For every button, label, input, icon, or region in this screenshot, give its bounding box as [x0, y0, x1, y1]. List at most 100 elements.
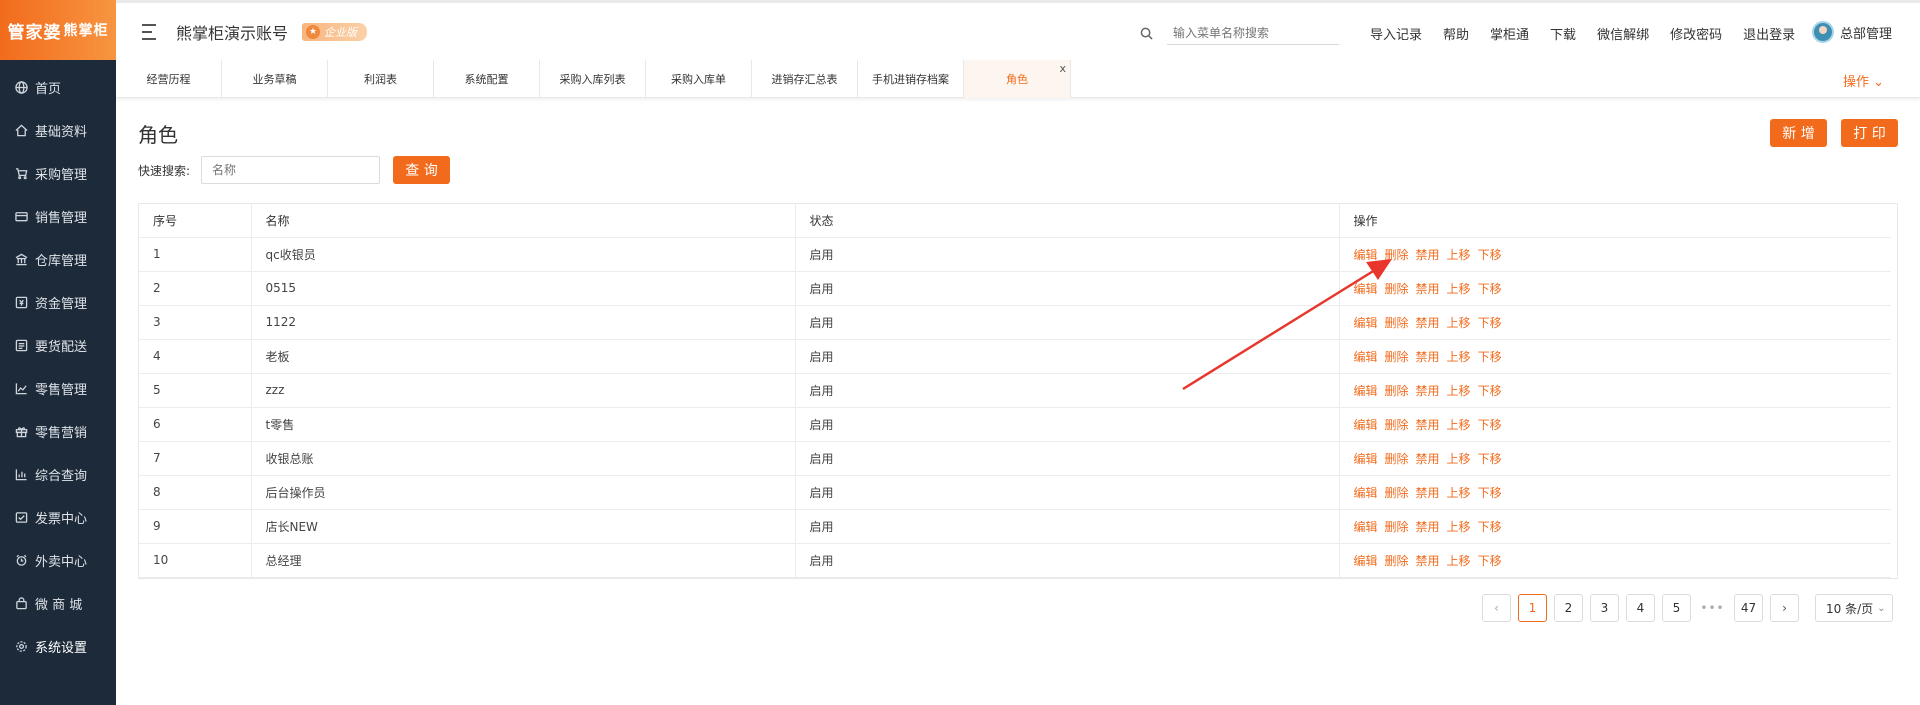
disable-button[interactable]: 禁用 [1416, 384, 1440, 398]
page-1-button[interactable]: 1 [1518, 594, 1547, 622]
move-down-button[interactable]: 下移 [1478, 248, 1502, 262]
print-button[interactable]: 打 印 [1841, 119, 1898, 147]
edit-button[interactable]: 编辑 [1354, 316, 1378, 330]
tab-purchase-order[interactable]: 采购入库单 [646, 60, 752, 98]
close-icon[interactable]: x [1059, 62, 1066, 75]
next-page-button[interactable]: › [1770, 594, 1799, 622]
page-last-button[interactable]: 47 [1734, 594, 1763, 622]
user-menu[interactable]: 总部管理 [1812, 21, 1892, 43]
edit-button[interactable]: 编辑 [1354, 486, 1378, 500]
tab-inventory-summary[interactable]: 进销存汇总表 [752, 60, 858, 98]
delete-button[interactable]: 删除 [1385, 452, 1409, 466]
move-up-button[interactable]: 上移 [1447, 554, 1471, 568]
edit-button[interactable]: 编辑 [1354, 248, 1378, 262]
query-button[interactable]: 查 询 [393, 156, 450, 184]
move-up-button[interactable]: 上移 [1447, 248, 1471, 262]
disable-button[interactable]: 禁用 [1416, 316, 1440, 330]
edit-button[interactable]: 编辑 [1354, 452, 1378, 466]
search-icon[interactable] [1140, 27, 1153, 40]
delete-button[interactable]: 删除 [1385, 350, 1409, 364]
move-down-button[interactable]: 下移 [1478, 418, 1502, 432]
sidebar-item-marketing[interactable]: 零售营销 [0, 410, 116, 453]
menu-search-input[interactable] [1167, 21, 1339, 45]
tab-system-config[interactable]: 系统配置 [434, 60, 540, 98]
move-up-button[interactable]: 上移 [1447, 418, 1471, 432]
edit-button[interactable]: 编辑 [1354, 282, 1378, 296]
help-link[interactable]: 帮助 [1443, 24, 1469, 43]
move-down-button[interactable]: 下移 [1478, 384, 1502, 398]
move-down-button[interactable]: 下移 [1478, 486, 1502, 500]
disable-button[interactable]: 禁用 [1416, 350, 1440, 364]
sidebar-item-mall[interactable]: 微 商 城 [0, 582, 116, 625]
edit-button[interactable]: 编辑 [1354, 350, 1378, 364]
edit-button[interactable]: 编辑 [1354, 520, 1378, 534]
tab-history[interactable]: 经营历程 [116, 60, 222, 98]
move-up-button[interactable]: 上移 [1447, 520, 1471, 534]
logout-link[interactable]: 退出登录 [1743, 24, 1795, 43]
sidebar-item-basic-data[interactable]: 基础资料 [0, 109, 116, 152]
disable-button[interactable]: 禁用 [1416, 486, 1440, 500]
delete-button[interactable]: 删除 [1385, 248, 1409, 262]
zhangguitong-link[interactable]: 掌柜通 [1490, 24, 1529, 43]
delete-button[interactable]: 删除 [1385, 418, 1409, 432]
sidebar-item-purchase[interactable]: 采购管理 [0, 152, 116, 195]
sidebar-item-warehouse[interactable]: 仓库管理 [0, 238, 116, 281]
tab-mobile-archive[interactable]: 手机进销存档案 [858, 60, 964, 98]
edit-button[interactable]: 编辑 [1354, 384, 1378, 398]
page-ellipsis[interactable]: ••• [1698, 594, 1727, 622]
disable-button[interactable]: 禁用 [1416, 554, 1440, 568]
delete-button[interactable]: 删除 [1385, 384, 1409, 398]
tab-purchase-list[interactable]: 采购入库列表 [540, 60, 646, 98]
quick-search-input[interactable] [201, 156, 380, 184]
move-down-button[interactable]: 下移 [1478, 350, 1502, 364]
change-password-link[interactable]: 修改密码 [1670, 24, 1722, 43]
disable-button[interactable]: 禁用 [1416, 452, 1440, 466]
page-5-button[interactable]: 5 [1662, 594, 1691, 622]
disable-button[interactable]: 禁用 [1416, 248, 1440, 262]
move-down-button[interactable]: 下移 [1478, 554, 1502, 568]
add-button[interactable]: 新 增 [1770, 119, 1827, 147]
download-link[interactable]: 下载 [1550, 24, 1576, 43]
sidebar-item-takeout[interactable]: 外卖中心 [0, 539, 116, 582]
delete-button[interactable]: 删除 [1385, 282, 1409, 296]
move-up-button[interactable]: 上移 [1447, 282, 1471, 296]
page-3-button[interactable]: 3 [1590, 594, 1619, 622]
sidebar-item-home[interactable]: 首页 [0, 66, 116, 109]
page-4-button[interactable]: 4 [1626, 594, 1655, 622]
move-up-button[interactable]: 上移 [1447, 486, 1471, 500]
sidebar-item-invoice[interactable]: 发票中心 [0, 496, 116, 539]
move-up-button[interactable]: 上移 [1447, 350, 1471, 364]
tab-profit[interactable]: 利润表 [328, 60, 434, 98]
delete-button[interactable]: 删除 [1385, 486, 1409, 500]
import-records-link[interactable]: 导入记录 [1370, 24, 1422, 43]
move-down-button[interactable]: 下移 [1478, 452, 1502, 466]
disable-button[interactable]: 禁用 [1416, 418, 1440, 432]
tab-ops-dropdown[interactable]: 操作 ⌄ [1843, 71, 1884, 90]
page-2-button[interactable]: 2 [1554, 594, 1583, 622]
sidebar-item-query[interactable]: 综合查询 [0, 453, 116, 496]
sidebar-item-retail[interactable]: 零售管理 [0, 367, 116, 410]
move-down-button[interactable]: 下移 [1478, 316, 1502, 330]
delete-button[interactable]: 删除 [1385, 554, 1409, 568]
sidebar-item-funds[interactable]: 资金管理 [0, 281, 116, 324]
logo[interactable]: 管家婆 熊掌柜 [0, 0, 116, 60]
sidebar-item-sales[interactable]: 销售管理 [0, 195, 116, 238]
menu-toggle-icon[interactable] [138, 23, 160, 40]
move-up-button[interactable]: 上移 [1447, 384, 1471, 398]
page-size-select[interactable]: 10 条/页 ⌄ [1815, 594, 1893, 622]
delete-button[interactable]: 删除 [1385, 520, 1409, 534]
disable-button[interactable]: 禁用 [1416, 520, 1440, 534]
move-down-button[interactable]: 下移 [1478, 282, 1502, 296]
sidebar-item-settings[interactable]: 系统设置 [0, 625, 116, 668]
move-up-button[interactable]: 上移 [1447, 452, 1471, 466]
wechat-unbind-link[interactable]: 微信解绑 [1597, 24, 1649, 43]
edit-button[interactable]: 编辑 [1354, 554, 1378, 568]
disable-button[interactable]: 禁用 [1416, 282, 1440, 296]
sidebar-item-delivery[interactable]: 要货配送 [0, 324, 116, 367]
edit-button[interactable]: 编辑 [1354, 418, 1378, 432]
tab-roles[interactable]: 角色 x [964, 60, 1071, 98]
move-up-button[interactable]: 上移 [1447, 316, 1471, 330]
tab-drafts[interactable]: 业务草稿 [222, 60, 328, 98]
move-down-button[interactable]: 下移 [1478, 520, 1502, 534]
prev-page-button[interactable]: ‹ [1482, 594, 1511, 622]
